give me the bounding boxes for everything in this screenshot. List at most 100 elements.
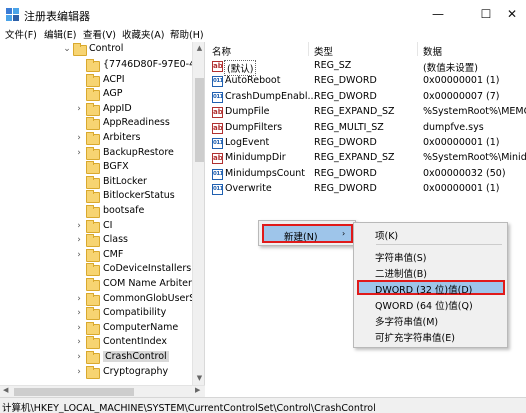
tree-item-label: ACPI [103, 73, 125, 85]
column-divider[interactable] [308, 42, 309, 56]
submenu-item-label: 可扩充字符串值(E) [375, 333, 455, 344]
value-type: REG_EXPAND_SZ [314, 152, 395, 164]
tree-item[interactable]: AppReadiness [0, 116, 192, 132]
column-header-type[interactable]: 类型 [314, 44, 333, 58]
tree-item[interactable]: › CommonGlobUserSe [0, 292, 201, 308]
scroll-down-icon[interactable]: ▼ [193, 374, 204, 382]
expand-icon[interactable]: › [74, 148, 84, 158]
value-row[interactable]: ab MinidumpDir REG_EXPAND_SZ %SystemRoot%\M… [208, 151, 526, 166]
tree-item-label: {7746D80F-97E0-4E2 [103, 59, 205, 70]
tree-item[interactable]: › ContentIndex [0, 335, 192, 351]
tree-item[interactable]: › ComputerName [0, 321, 192, 337]
menu-file[interactable]: 文件(F) [5, 29, 37, 42]
expand-icon[interactable]: › [74, 250, 84, 260]
menu-view[interactable]: 查看(V) [83, 29, 116, 42]
window-title: 注册表编辑器 [24, 10, 90, 23]
value-row[interactable]: 011 MinidumpsCount REG_DWORD 0x00000032 (50… [208, 167, 526, 182]
tree-item-control[interactable]: ⌄ Control [0, 42, 192, 58]
expand-icon[interactable]: › [74, 133, 84, 143]
submenu-item[interactable]: DWORD (32 位)值(D) [357, 280, 505, 296]
maximize-button[interactable]: ☐ [474, 3, 498, 25]
tree-item[interactable]: ACPI [0, 73, 192, 89]
expand-icon[interactable]: › [74, 352, 84, 362]
expand-icon[interactable]: › [74, 294, 84, 304]
close-button[interactable]: ✕ [500, 3, 524, 25]
binary-value-icon: 011 [212, 168, 223, 180]
value-row[interactable]: abDumpFile REG_EXPAND_SZ %SystemRoot%\MEMO… [208, 105, 526, 120]
tree-item[interactable]: › Arbiters [0, 131, 192, 147]
tree-item[interactable]: BitLocker [0, 175, 192, 191]
submenu-item[interactable]: 项(K) [357, 226, 505, 242]
expand-icon[interactable]: › [74, 367, 84, 377]
tree-item[interactable]: › CrashControl [0, 350, 192, 366]
tree-item[interactable]: BGFX [0, 160, 192, 176]
tree-item-label: CrashControl [103, 351, 169, 362]
new-submenu: 项(K) 字符串值(S) 二进制值(B) DWORD (32 位)值(D) QWORD … [353, 222, 508, 348]
submenu-item[interactable]: QWORD (64 位)值(Q) [357, 296, 505, 312]
submenu-item[interactable]: 多字符串值(M) [357, 312, 505, 328]
registry-tree[interactable]: ⌄ Control {7746D80F-97E0-4E2 ACPI AGP › AppI… [0, 42, 205, 385]
scroll-right-icon[interactable]: ▶ [195, 386, 200, 394]
registry-path: 计算机\HKEY_LOCAL_MACHINE\SYSTEM\CurrentCon… [2, 403, 376, 413]
scroll-thumb[interactable] [14, 388, 134, 396]
value-row[interactable]: ab (默认) REG_SZ (数值未设置) [208, 59, 526, 76]
menu-help[interactable]: 帮助(H) [170, 29, 204, 42]
menu-separator [376, 244, 502, 245]
tree-item[interactable]: › Compatibility [0, 306, 192, 322]
tree-vertical-scrollbar[interactable]: ▲ ▼ [192, 42, 204, 385]
tree-item[interactable]: › Cryptography [0, 365, 192, 381]
scroll-thumb[interactable] [195, 78, 204, 162]
tree-item-label: AGP [103, 88, 123, 100]
expand-icon[interactable]: › [74, 235, 84, 245]
submenu-item-label: DWORD (32 位)值(D) [375, 285, 473, 296]
menu-edit[interactable]: 编辑(E) [44, 29, 76, 42]
tree-item[interactable]: › CI [0, 219, 192, 235]
tree-item[interactable]: {7746D80F-97E0-4E2 [0, 58, 204, 74]
tree-item[interactable]: AGP [0, 87, 192, 103]
tree-item[interactable]: COM Name Arbiter [0, 277, 192, 293]
folder-icon [86, 278, 100, 291]
tree-horizontal-scrollbar[interactable]: ◀ ▶ [0, 385, 205, 397]
submenu-item[interactable]: 可扩充字符串值(E) [357, 328, 505, 344]
submenu-item[interactable]: 二进制值(B) [357, 264, 505, 280]
folder-icon [86, 336, 100, 350]
expand-icon[interactable]: › [74, 323, 84, 333]
value-row[interactable]: 011 Overwrite REG_DWORD 0x00000001 (1) [208, 182, 526, 197]
value-row[interactable]: 011 AutoReboot REG_DWORD 0x00000001 (1) [208, 74, 526, 89]
value-type: REG_DWORD [314, 137, 377, 148]
menu-favorites[interactable]: 收藏夹(A) [122, 29, 164, 42]
collapse-icon[interactable]: ⌄ [62, 44, 72, 54]
submenu-item-label: QWORD (64 位)值(Q) [375, 301, 473, 312]
tree-item[interactable]: › BackupRestore [0, 146, 192, 162]
column-header-data[interactable]: 数据 [423, 44, 442, 58]
value-row[interactable]: 011 CrashDumpEnabl... REG_DWORD 0x00000007 … [208, 90, 526, 105]
column-header-name[interactable]: 名称 [212, 44, 231, 58]
expand-icon[interactable]: › [74, 221, 84, 231]
scroll-up-icon[interactable]: ▲ [193, 44, 204, 52]
tree-item-label: Control [89, 43, 124, 54]
scroll-left-icon[interactable]: ◀ [3, 386, 8, 394]
tree-item-label: CMF [103, 248, 124, 260]
tree-item-label: BitlockerStatus [103, 190, 175, 202]
value-name: MinidumpDir [225, 152, 286, 164]
minimize-button[interactable]: — [426, 3, 450, 25]
value-row[interactable]: ab DumpFilters REG_MULTI_SZ dumpfve.sys [208, 121, 526, 136]
folder-icon [86, 263, 100, 277]
tree-item[interactable]: › CMF [0, 248, 192, 264]
expand-icon[interactable]: › [74, 104, 84, 114]
tree-item[interactable]: BitlockerStatus [0, 189, 192, 205]
submenu-item-label: 多字符串值(M) [375, 317, 439, 328]
tree-item[interactable]: › Class [0, 233, 192, 249]
menu-item-new[interactable]: 新建(N) › [262, 224, 353, 243]
column-divider[interactable] [417, 42, 418, 56]
tree-item[interactable]: CoDeviceInstallers [0, 262, 192, 278]
expand-icon[interactable]: › [74, 308, 84, 318]
tree-item[interactable]: bootsafe [0, 204, 192, 220]
binary-value-icon: 011 [212, 184, 223, 196]
value-row[interactable]: 011 LogEvent REG_DWORD 0x00000001 (1) [208, 136, 526, 151]
tree-item[interactable]: › AppID [0, 102, 192, 118]
expand-icon[interactable]: › [74, 337, 84, 347]
value-name: DumpFile [225, 106, 270, 118]
folder-icon [86, 132, 100, 145]
submenu-item[interactable]: 字符串值(S) [357, 248, 505, 264]
